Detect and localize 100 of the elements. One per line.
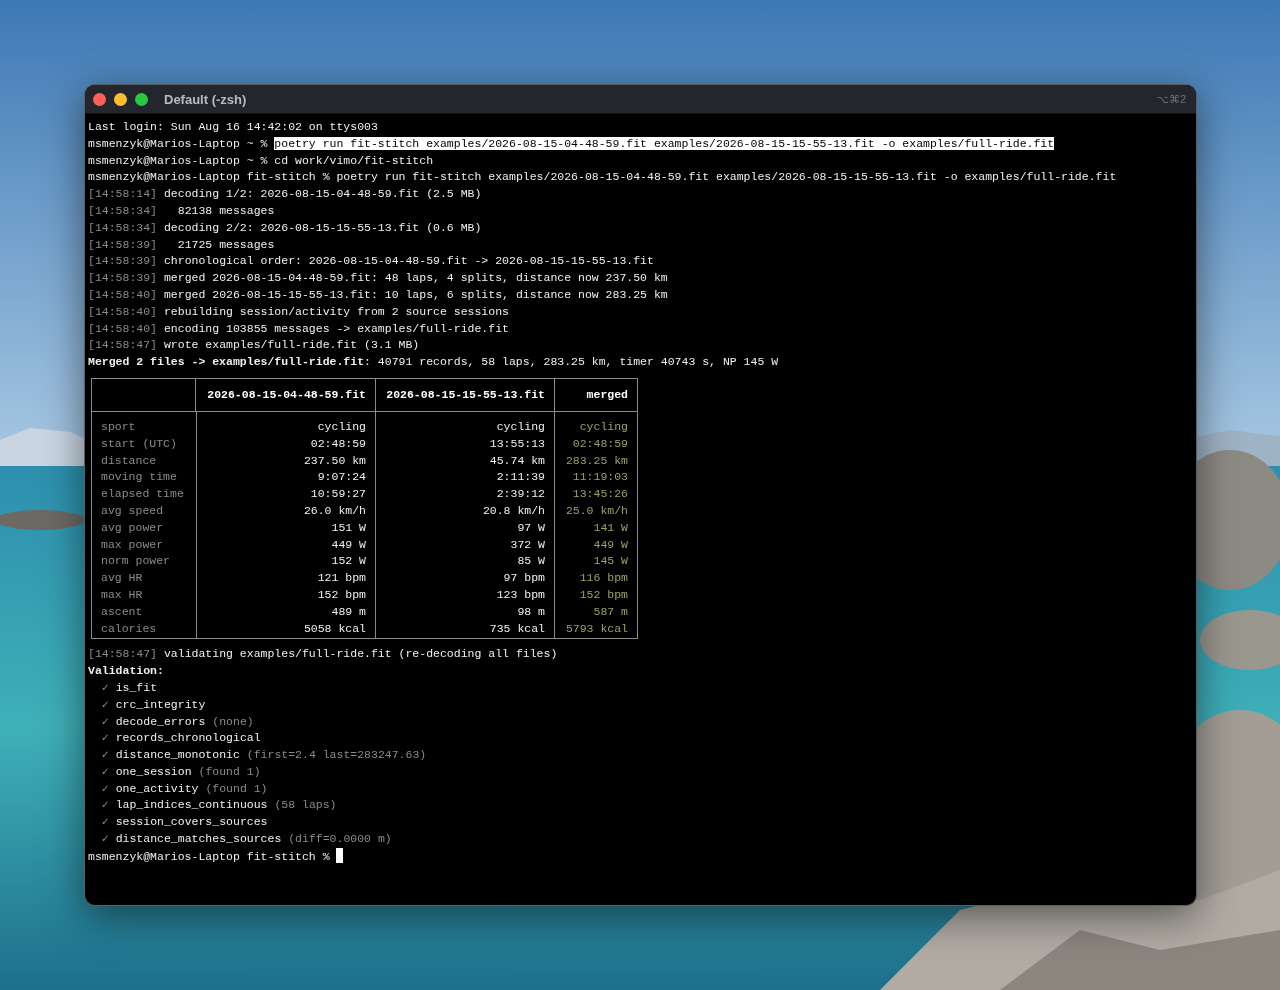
check-detail: (diff=0.0000 m) (288, 832, 392, 846)
row-label: moving time (101, 469, 178, 486)
table-cell-text: 2:39:12 (495, 486, 545, 503)
check-detail: (found 1) (198, 764, 261, 778)
check-name: is_fit (115, 680, 158, 694)
timestamp: [14:58:34] (88, 204, 157, 217)
log-message: 82138 messages (176, 204, 275, 217)
table-cell-text: 13:45:26 (571, 486, 628, 503)
table-cell-text: 5793 kcal (564, 620, 628, 637)
column-header: 2026-08-15-15-55-13.fit (375, 378, 554, 412)
timestamp: [14:58:39] (88, 237, 157, 251)
zoom-button[interactable] (135, 92, 148, 106)
check-mark: ✓ (101, 781, 109, 795)
check-name: records_chronological (115, 731, 261, 745)
table-cell-text: 123 bpm (495, 586, 545, 603)
log-message: merged 2026-08-15-04-48-59.fit: 48 laps, 4 splits, distance now 237.50 km (163, 271, 668, 285)
table-cell-text: 116 bpm (578, 570, 628, 587)
timestamp: [14:58:40] (88, 321, 157, 335)
timestamp: [14:58:40] (88, 304, 157, 318)
table-cell-text: 372 W (509, 536, 545, 553)
log-message: 21725 messages (176, 237, 275, 251)
table-cell-text: 98 m (516, 603, 545, 620)
minimize-button[interactable] (114, 92, 127, 106)
check-mark: ✓ (101, 731, 109, 745)
table-cell-text: 735 kcal (488, 620, 545, 637)
check-mark: ✓ (101, 680, 109, 694)
window-title: Default (-zsh) (164, 91, 248, 107)
table-cell-text: 121 bpm (316, 570, 366, 587)
table-cell-text: 02:48:59 (309, 435, 366, 452)
check-mark: ✓ (101, 748, 109, 762)
check-name: lap_indices_continuous (115, 798, 268, 812)
command-text: cd work/vimo/fit-stitch (274, 153, 434, 167)
table-cell-text: 85 W (516, 553, 545, 570)
check-name: distance_monotonic (115, 748, 240, 762)
table-cell-text: 9:07:24 (316, 469, 366, 486)
table-cell-text: 11:19:03 (571, 469, 628, 486)
timestamp: [14:58:47] (88, 338, 157, 352)
check-name: crc_integrity (115, 697, 206, 711)
table-cell-text: 13:55:13 (488, 435, 545, 452)
row-label: sport (101, 418, 137, 435)
table-cell-text: 10:59:27 (309, 486, 366, 503)
check-name: decode_errors (115, 714, 206, 728)
command-text: poetry run fit-stitch examples/2026-08-15-04-48-59.fit examples/2026-08-15-15-55-13.fit -o examples/full-ride.fit (274, 136, 1055, 150)
timestamp: [14:58:40] (88, 287, 157, 301)
table-cell-text: 449 W (592, 536, 628, 553)
row-label: avg power (101, 519, 165, 536)
timestamp: [14:58:39] (88, 271, 157, 285)
shell-prompt: msmenzyk@Marios-Laptop ~ % (88, 136, 268, 150)
timestamp: [14:58:47] (88, 647, 157, 661)
log-message: chronological order: 2026-08-15-04-48-59.fit -> 2026-08-15-15-55-13.fit (163, 254, 654, 268)
table-cell-text: cycling (578, 418, 628, 435)
table-cell-text: 237.50 km (302, 452, 366, 469)
table-cell-text: 152 bpm (316, 586, 366, 603)
row-label: norm power (101, 553, 171, 570)
row-label: max HR (101, 586, 144, 603)
check-name: session_covers_sources (115, 815, 268, 829)
table-cell-text: 449 W (330, 536, 366, 553)
row-label: start (UTC) (101, 435, 178, 452)
shell-prompt: msmenzyk@Marios-Laptop fit-stitch % (88, 849, 330, 863)
log-message: decoding 2/2: 2026-08-15-15-55-13.fit (0.6 MB) (163, 220, 482, 234)
shortcut-label: ⌥⌘2 (1156, 92, 1186, 106)
row-label: avg speed (101, 502, 165, 519)
row-label: distance (101, 452, 158, 469)
table-cell-text: 151 W (330, 519, 366, 536)
log-message: encoding 103855 messages -> examples/full-ride.fit (163, 321, 509, 335)
table-cell-text: cycling (495, 418, 545, 435)
table-cell-text: 02:48:59 (571, 435, 628, 452)
check-mark: ✓ (101, 764, 109, 778)
table-cell-text: 2:11:39 (495, 469, 545, 486)
table-cell-text: 152 W (330, 553, 366, 570)
close-button[interactable] (93, 92, 106, 106)
column-header: 2026-08-15-04-48-59.fit (196, 378, 375, 412)
table-cell-text: 152 bpm (578, 586, 628, 603)
log-message: rebuilding session/activity from 2 source sessions (163, 304, 509, 318)
table-cell-text: 45.74 km (488, 452, 545, 469)
table-cell-text: 587 m (592, 603, 628, 620)
row-label: avg HR (101, 570, 144, 587)
table-cell-text: 25.0 km/h (564, 502, 628, 519)
table-cell-text: 97 bpm (502, 570, 545, 587)
check-name: distance_matches_sources (115, 832, 282, 846)
column-header: merged (554, 378, 637, 412)
command-text: poetry run fit-stitch examples/2026-08-15-04-48-59.fit examples/2026-08-15-15-55-13.fit -o examples/full-ride.fit (336, 170, 1117, 184)
check-mark: ✓ (101, 697, 109, 711)
table-cell-text: 97 W (516, 519, 545, 536)
log-message: decoding 1/2: 2026-08-15-04-48-59.fit (2.5 MB) (163, 187, 482, 201)
timestamp: [14:58:34] (88, 220, 157, 234)
timestamp: [14:58:14] (88, 187, 157, 201)
check-mark: ✓ (101, 832, 109, 846)
check-detail: (found 1) (205, 781, 268, 795)
row-label: max power (101, 536, 165, 553)
row-label: ascent (101, 603, 144, 620)
log-message: merged 2026-08-15-15-55-13.fit: 10 laps, 6 splits, distance now 283.25 km (163, 287, 668, 301)
table-cell-text: 489 m (330, 603, 366, 620)
check-detail: (58 laps) (274, 798, 337, 812)
table-cell-text: cycling (316, 418, 366, 435)
shell-prompt: msmenzyk@Marios-Laptop ~ % (88, 153, 268, 167)
check-mark: ✓ (101, 798, 109, 812)
table-cell-text: 145 W (592, 553, 628, 570)
check-mark: ✓ (101, 815, 109, 829)
summary-line: Merged 2 files -> examples/full-ride.fit: 40791 records, 58 laps, 283.25 km, timer 40743 s, NP 145 W (88, 355, 779, 369)
